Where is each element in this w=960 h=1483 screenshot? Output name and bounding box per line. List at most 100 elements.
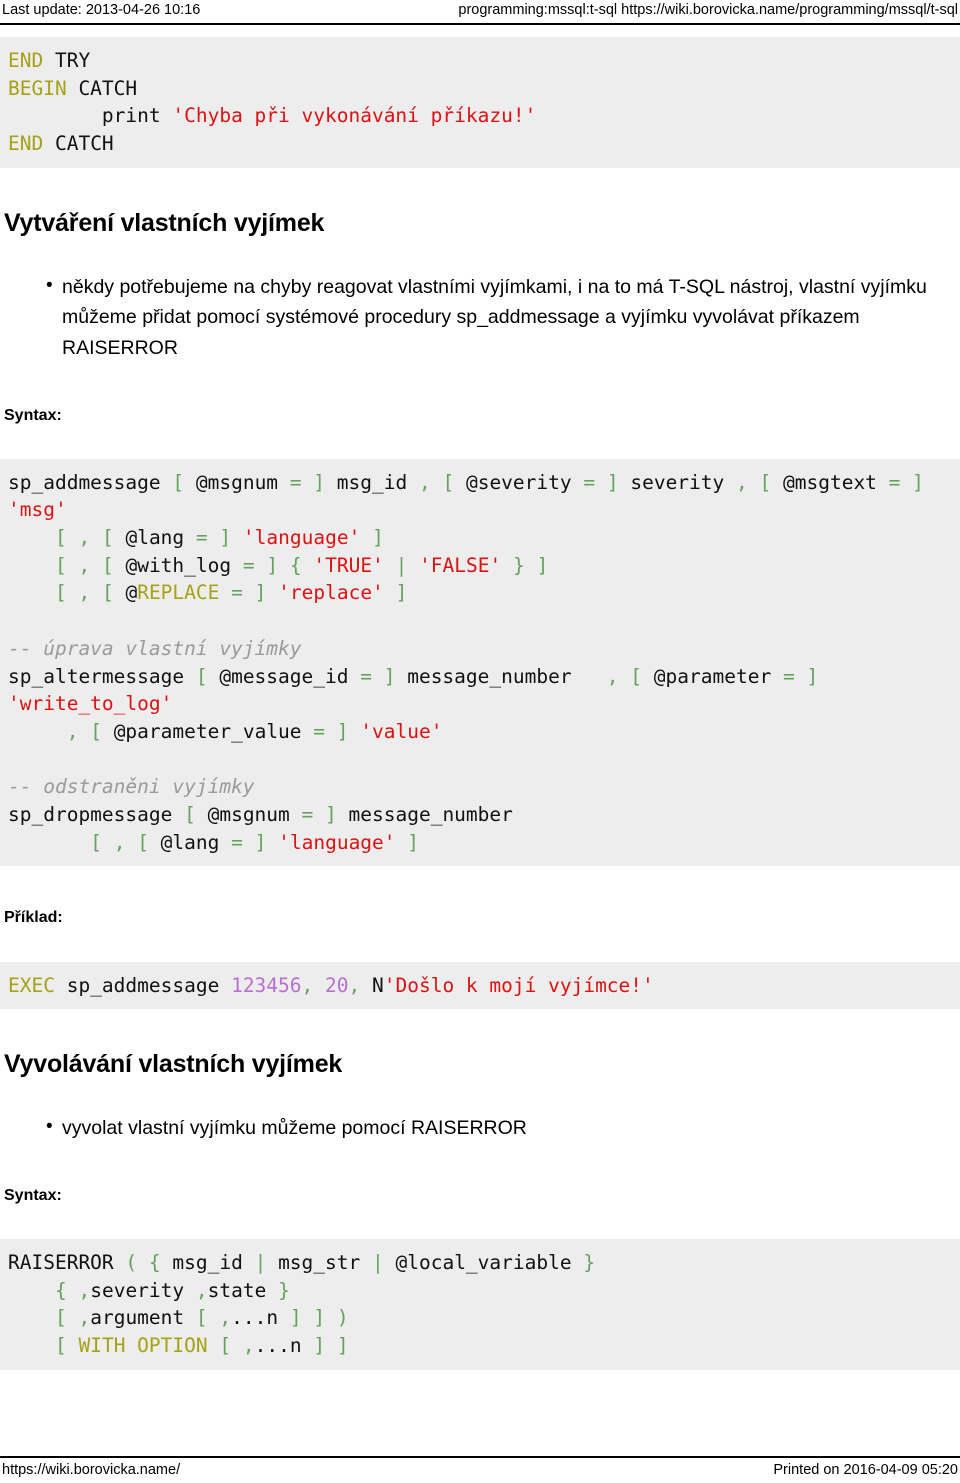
breadcrumb: programming:mssql:t-sql https://wiki.bor… [458,2,958,18]
code-token-pun: , [78,1306,91,1330]
document-page: Last update: 2013-04-26 10:16 programmin… [0,0,960,1483]
bullet-list-create: někdy potřebujeme na chyby reagovat vlas… [0,271,960,364]
list-item: vyvolat vlastní vyjímku můžeme pomocí RA… [46,1112,950,1144]
code-token-str: 'language' [242,526,361,550]
code-token-pun: ] [383,664,396,688]
code-token-str: 'TRUE' [313,553,384,577]
code-token-pun: [ [101,553,114,577]
code-token-pun: = [289,470,302,494]
code-token-pun: [ [54,526,67,550]
section-heading-create: Vytváření vlastních vyjímek [4,208,325,237]
code-token-pun: [ [195,664,208,688]
footer-printed-on: Printed on 2016-04-09 05:20 [773,1462,958,1479]
code-token-pun: = [360,664,372,688]
code-token-pun: , [301,973,314,997]
code-token-pun: [ [101,581,114,605]
code-token-pun: ] [407,830,420,854]
code-token-pun: , [78,581,91,605]
code-token-pun: { [54,1278,67,1302]
code-token-pun: ] [266,553,279,577]
code-token-pun: [ [54,581,67,605]
code-block-raiserror: RAISERROR ( { msg_id | msg_str | @local_… [0,1239,960,1370]
page-footer: https://wiki.borovicka.name/ Printed on … [0,1456,960,1483]
code-token-pun: ] [254,581,267,605]
code-token-pun: { [289,553,302,577]
code-token-pun: [ [90,830,102,854]
code-token-pun: = [195,526,208,550]
code-token-pun: = [888,470,901,494]
code-token-pun: , [78,1278,91,1302]
code-token-pun: ) [336,1306,349,1330]
code-token-pun: ] [336,719,349,743]
code-token-str: 'msg' [8,498,67,522]
code-token-pun: | [372,1251,384,1274]
code-token-pun: , [66,719,79,743]
code-token-str: 'Došlo k mojí vyjímce!' [383,973,654,997]
code-token-pun: ] [325,802,337,826]
code-token-pun: = [242,553,255,577]
code-token-pun: [ [219,1334,232,1358]
code-token-pun: | [395,553,408,577]
code-token-pun: [ [442,470,455,494]
code-token-pun: = [231,581,243,605]
code-token-pun: , [113,830,126,854]
list-item: někdy potřebujeme na chyby reagovat vlas… [46,271,950,364]
code-token-pun: , [78,553,91,577]
code-token-pun: } [583,1251,596,1274]
code-token-kw: EXEC [8,973,55,997]
code-token-pun: [ [184,802,196,826]
code-token-pun: = [782,664,795,688]
code-token-pun: [ [54,1334,67,1358]
code-token-pun: ] [536,553,549,577]
footer-site-url: https://wiki.borovicka.name/ [2,1462,181,1479]
code-token-pun: [ [54,1306,67,1330]
code-token-pun: ] [289,1306,302,1330]
code-token-pun: , [736,470,748,494]
code-token-pun: } [513,553,525,577]
document-content: END TRY BEGIN CATCH print 'Chyba při vyk… [0,25,960,1456]
section-heading-raise: Vyvolávání vlastních vyjímek [4,1050,343,1079]
code-token-pun: = [231,830,243,854]
code-token-str: 'write_to_log' [8,692,173,716]
code-token-pun: | [254,1251,267,1274]
code-token-pun: [ [172,470,185,494]
code-token-pun: ] [806,664,819,688]
code-token-kw: END [8,48,44,72]
code-token-pun: ] [313,1306,326,1330]
code-token-str: 'FALSE' [419,553,502,577]
code-token-pun: ] [219,526,232,550]
code-token-num: 123456 [231,973,302,997]
code-token-pun: [ [101,526,114,550]
code-token-pun: ] [313,470,326,494]
code-token-str: 'value' [360,719,443,743]
code-token-pun: [ [137,830,149,854]
code-token-pun: [ [195,1306,208,1330]
code-block-example: EXEC sp_addmessage 123456, 20, N'Došlo k… [0,961,960,1010]
code-token-num: 20 [325,973,349,997]
code-token-pun: ] [254,830,267,854]
code-token-pun: [ [630,664,643,688]
page-header: Last update: 2013-04-26 10:16 programmin… [0,0,960,25]
code-token-pun: , [219,1306,232,1330]
code-token-pun: ] [313,1334,326,1358]
code-token-kw: END [8,132,44,155]
code-token-pun: , [195,1278,208,1302]
code-block-sp-syntax: sp_addmessage [ @msgnum = ] msg_id , [ @… [0,458,960,867]
code-token-com: -- úprava vlastní vyjímky [8,636,302,660]
code-token-str: 'replace' [278,581,384,605]
code-token-pun: , [348,973,361,997]
code-token-pun: ] [606,470,619,494]
code-token-com: -- odstraněni vyjímky [8,775,255,799]
code-token-pun: ] [395,581,408,605]
code-block-try-catch: END TRY BEGIN CATCH print 'Chyba při vyk… [0,36,960,168]
code-token-pun: [ [90,719,102,743]
code-token-kw: REPLACE [137,581,220,605]
code-token-pun: = [313,719,326,743]
code-token-pun: , [418,470,431,494]
code-token-pun: ] [372,526,384,550]
last-update-text: Last update: 2013-04-26 10:16 [2,2,201,18]
code-token-pun: } [278,1278,290,1302]
code-token-pun: = [583,470,596,494]
code-token-kw: WITH OPTION [78,1334,208,1358]
code-token-pun: , [242,1334,255,1358]
